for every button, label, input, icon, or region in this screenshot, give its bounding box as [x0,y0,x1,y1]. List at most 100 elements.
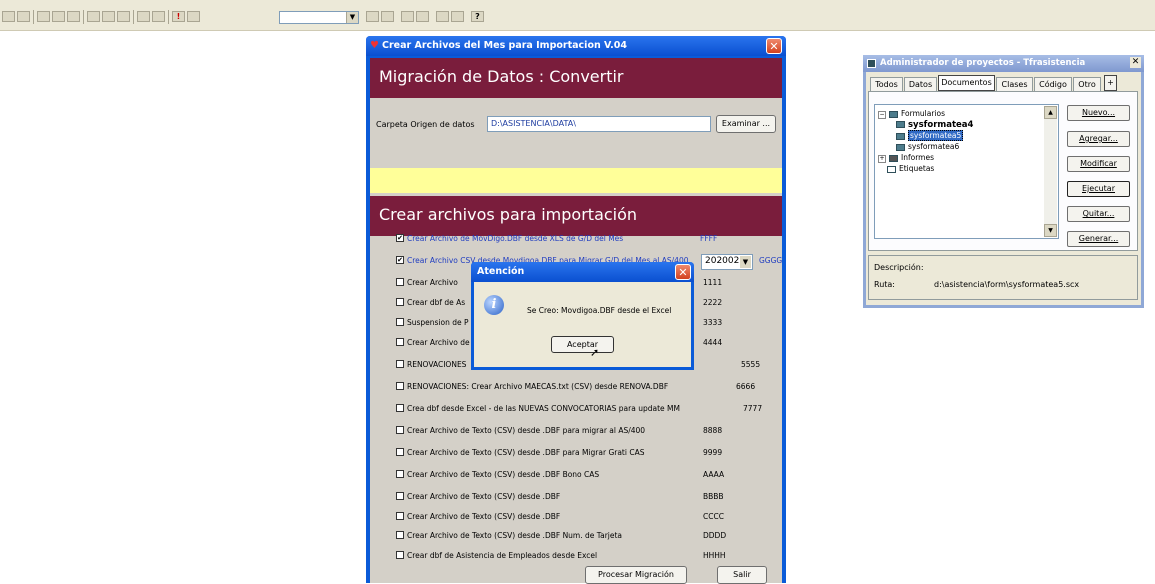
undo-icon[interactable] [137,11,150,22]
form-icon [896,132,905,140]
tree-node-sysformatea6[interactable]: sysformatea6 [896,142,959,151]
modify-button[interactable]: Modificar [1067,156,1130,172]
checkbox[interactable] [396,551,404,559]
option-label: Crea dbf desde Excel - de las NUEVAS CON… [407,404,680,413]
checkbox[interactable] [396,318,404,326]
document-tree: − Formularios sysformatea4 sysformatea5 s… [874,104,1059,239]
option-label: Suspension de P [407,318,469,327]
option-label: Crear Archivo de Texto (CSV) desde .DBF … [407,470,600,479]
expand-icon[interactable]: + [1104,75,1117,91]
tree-scrollbar[interactable]: ▲ ▼ [1044,106,1057,237]
option-code: HHHH [703,551,726,560]
data-icon[interactable] [401,11,414,22]
checkbox[interactable] [396,360,404,368]
folder-input[interactable]: D:\ASISTENCIA\DATA\ [487,116,711,132]
checkbox[interactable] [396,531,404,539]
title-bar: ♥ Crear Archivos del Mes para Importacio… [366,36,786,56]
pm-close-icon[interactable]: ✕ [1130,57,1141,68]
new-icon[interactable] [2,11,15,22]
close-button[interactable]: ✕ [766,38,782,54]
remove-button[interactable]: Quitar... [1067,206,1130,222]
option-label: Crear Archivo de [407,338,470,347]
forms-icon[interactable] [416,11,429,22]
print-icon[interactable] [37,11,50,22]
details-panel: Descripción: Ruta: d:\asistencia\form\sy… [868,255,1138,300]
preview-icon[interactable] [52,11,65,22]
project-manager-window: Administrador de proyectos - Tfrasistenc… [863,55,1144,308]
tree-node-sysformatea4[interactable]: sysformatea4 [896,120,973,130]
checkmark-icon: ✔ [397,256,403,264]
checkbox-checked[interactable]: ✔ [396,256,404,264]
form-item-label: sysformatea4 [908,120,974,130]
help-icon[interactable]: ? [471,11,484,22]
collapse-icon[interactable]: − [878,111,886,119]
tree-node-reports[interactable]: + Informes [878,153,934,163]
report-icon [889,154,898,162]
checkbox[interactable] [396,298,404,306]
copy-icon[interactable] [102,11,115,22]
scroll-up-icon[interactable]: ▲ [1044,106,1057,119]
tab-clases[interactable]: Clases [996,77,1033,91]
chevron-down-icon[interactable]: ▼ [740,256,751,268]
tab-datos[interactable]: Datos [904,77,937,91]
checkbox[interactable] [396,278,404,286]
tree-node-labels[interactable]: Etiquetas [887,164,934,173]
checkbox-checked[interactable]: ✔ [396,234,404,242]
dialog-body: i Se Creo: Movdigoa.DBF desde el Excel A… [474,282,691,367]
add-button[interactable]: Agregar... [1067,131,1130,147]
browse-button[interactable]: Examinar ... [716,115,776,133]
modify-icon[interactable] [187,11,200,22]
process-button[interactable]: Procesar Migración [585,566,687,584]
page-header: Migración de Datos : Convertir [370,58,782,98]
option-code: BBBB [703,492,724,501]
checkbox[interactable] [396,404,404,412]
cut-icon[interactable] [87,11,100,22]
option-label: Crear Archivo de Texto (CSV) desde .DBF [407,492,561,501]
forms-label: Formularios [901,109,945,118]
checkbox[interactable] [396,512,404,520]
expand-node-icon[interactable]: + [878,155,886,163]
option-code: CCCC [703,512,724,521]
form-icon [896,143,905,151]
toolbar-combo[interactable]: ▼ [279,11,359,24]
properties-icon[interactable] [451,11,464,22]
tab-codigo[interactable]: Código [1034,77,1072,91]
option-code: 8888 [703,426,723,435]
checkbox[interactable] [396,426,404,434]
checkbox[interactable] [396,470,404,478]
option-code: AAAA [703,470,725,479]
period-select[interactable]: 202002 ▼ [701,254,753,270]
tree-node-forms[interactable]: − Formularios [878,109,945,119]
tree-node-sysformatea5[interactable]: sysformatea5 [896,130,964,141]
new-button[interactable]: Nuevo... [1067,105,1130,121]
view-icon[interactable] [381,11,394,22]
command-icon[interactable] [366,11,379,22]
checkbox[interactable] [396,382,404,390]
checkbox[interactable] [396,448,404,456]
pm-title: Administrador de proyectos - Tfrasistenc… [880,58,1086,68]
option-label: RENOVACIONES [407,360,467,369]
close-icon: ✕ [769,40,779,53]
redo-icon[interactable] [152,11,165,22]
exit-button[interactable]: Salir [717,566,767,584]
tab-otro[interactable]: Otro [1073,77,1101,91]
option-code: FFFF [700,234,718,243]
checkbox[interactable] [396,338,404,346]
tab-documentos[interactable]: Documentos [938,75,995,91]
scroll-down-icon[interactable]: ▼ [1044,224,1057,237]
ok-button[interactable]: Aceptar [551,336,614,353]
checkbox[interactable] [396,492,404,500]
code-icon[interactable] [436,11,449,22]
run-button[interactable]: Ejecutar [1067,181,1130,197]
pm-body: Todos Datos Documentos Clases Código Otr… [866,72,1141,305]
option-label: RENOVACIONES: Crear Archivo MAECAS.txt (… [407,382,669,391]
save-icon[interactable] [17,11,30,22]
paste-icon[interactable] [117,11,130,22]
run-icon[interactable]: ! [172,11,185,22]
build-button[interactable]: Generar... [1067,231,1130,247]
spell-icon[interactable] [67,11,80,22]
chevron-down-icon[interactable]: ▼ [346,12,358,23]
tab-todos[interactable]: Todos [870,77,903,91]
dialog-close-button[interactable]: ✕ [675,264,691,280]
label-icon [887,165,896,173]
